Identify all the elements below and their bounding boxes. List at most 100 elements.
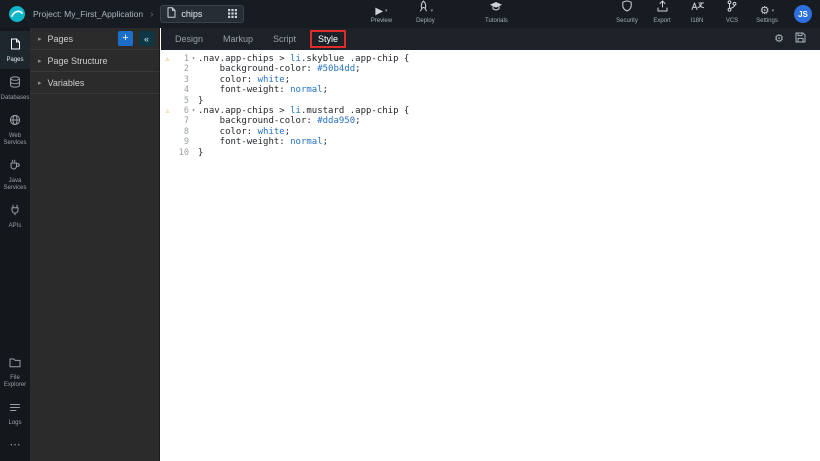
rail-item-logs[interactable]: Logs — [0, 394, 30, 432]
caret-down-icon[interactable]: ▾ — [385, 8, 388, 14]
editor-settings-gear-icon[interactable]: ⚙ — [774, 33, 784, 45]
current-page-name: chips — [181, 9, 223, 19]
collapse-panel-button[interactable]: « — [139, 31, 154, 46]
code-text[interactable]: } — [198, 96, 203, 106]
style-code-editor[interactable]: ⚠1▾.nav.app-chips > li.skyblue .app-chip… — [161, 50, 820, 461]
panel-section-label: Page Structure — [48, 56, 108, 66]
line-number[interactable]: 2 — [174, 64, 189, 74]
fold-icon[interactable]: ▾ — [189, 54, 198, 64]
line-number[interactable]: 9 — [174, 137, 189, 147]
topbar-right-actions: Security Export I18N VCS ⚙▾ Settings JS — [613, 4, 812, 24]
editor-line[interactable]: 2 background-color: #50b4dd; — [161, 64, 820, 74]
line-number[interactable]: 4 — [174, 85, 189, 95]
rail-item-web-services[interactable]: Web Services — [0, 107, 30, 152]
section-caret-icon[interactable]: ▸ — [38, 35, 42, 43]
section-caret-icon[interactable]: ▸ — [38, 57, 42, 65]
save-icon[interactable] — [795, 30, 806, 48]
line-number[interactable]: 8 — [174, 127, 189, 137]
rail-item-java-services[interactable]: Java Services — [0, 152, 30, 197]
code-text[interactable]: } — [198, 148, 203, 158]
security-label: Security — [616, 18, 638, 24]
tab-style[interactable]: Style — [310, 30, 346, 48]
tab-markup[interactable]: Markup — [213, 28, 263, 50]
caret-down-icon[interactable]: ▾ — [772, 8, 775, 14]
graduation-cap-icon — [489, 0, 503, 17]
tutorials-label: Tutorials — [485, 18, 508, 24]
page-file-icon — [167, 5, 176, 23]
editor-line[interactable]: 7 background-color: #dda950; — [161, 116, 820, 126]
chevron-right-icon: › — [150, 9, 153, 20]
project-label: Project: My_First_Application — [33, 9, 143, 19]
code-text[interactable]: .nav.app-chips > li.skyblue .app-chip { — [198, 54, 409, 64]
panel-section-label: Variables — [48, 78, 85, 88]
line-number[interactable]: 1 — [174, 54, 189, 64]
topbar-center-actions: ▶▾ Preview ▾ Deploy — [367, 4, 439, 24]
translate-icon — [691, 0, 704, 17]
editor-line[interactable]: 10} — [161, 148, 820, 158]
panel-section-pages[interactable]: ▸ Pages + « — [30, 28, 159, 50]
editor-line[interactable]: ⚠6▾.nav.app-chips > li.mustard .app-chip… — [161, 106, 820, 116]
panel-section-variables[interactable]: ▸ Variables — [30, 72, 159, 94]
export-button[interactable]: Export — [648, 4, 676, 24]
more-options-icon[interactable]: ⋯ — [0, 432, 30, 461]
rail-item-databases[interactable]: Databases — [0, 69, 30, 107]
deploy-button[interactable]: ▾ Deploy — [411, 4, 439, 24]
editor-line[interactable]: 4 font-weight: normal; — [161, 85, 820, 95]
app-logo-icon[interactable] — [8, 5, 26, 23]
deploy-label: Deploy — [416, 18, 435, 24]
editor-line[interactable]: 8 color: white; — [161, 127, 820, 137]
play-icon: ▶ — [375, 6, 383, 17]
editor-line[interactable]: 9 font-weight: normal; — [161, 137, 820, 147]
rail-item-pages[interactable]: Pages — [0, 31, 30, 69]
page-grid-icon[interactable] — [228, 5, 237, 23]
editor-line[interactable]: 3 color: white; — [161, 75, 820, 85]
line-number[interactable]: 10 — [174, 148, 189, 158]
security-button[interactable]: Security — [613, 4, 641, 24]
line-number[interactable]: 3 — [174, 75, 189, 85]
editor-lines: ⚠1▾.nav.app-chips > li.skyblue .app-chip… — [161, 54, 820, 158]
code-text[interactable]: color: white; — [198, 75, 290, 85]
folder-icon — [9, 355, 21, 373]
settings-button[interactable]: ⚙▾ Settings — [753, 4, 781, 24]
editor-line[interactable]: 5} — [161, 96, 820, 106]
caret-down-icon[interactable]: ▾ — [431, 8, 434, 14]
plug-icon — [9, 203, 21, 221]
code-text[interactable]: background-color: #50b4dd; — [198, 64, 361, 74]
code-text[interactable]: background-color: #dda950; — [198, 116, 361, 126]
warning-icon: ⚠ — [161, 54, 174, 64]
code-text[interactable]: color: white; — [198, 127, 290, 137]
line-number[interactable]: 6 — [174, 106, 189, 116]
rail-spacer — [0, 235, 30, 349]
rail-item-label: Java Services — [0, 178, 30, 192]
code-text[interactable]: .nav.app-chips > li.mustard .app-chip { — [198, 106, 409, 116]
i18n-button[interactable]: I18N — [683, 4, 711, 24]
user-avatar[interactable]: JS — [794, 5, 812, 23]
line-number[interactable]: 5 — [174, 96, 189, 106]
add-page-button[interactable]: + — [118, 31, 133, 46]
export-label: Export — [653, 18, 670, 24]
rail-item-label: File Explorer — [0, 375, 30, 389]
section-caret-icon[interactable]: ▸ — [38, 79, 42, 87]
vcs-label: VCS — [726, 18, 738, 24]
line-number[interactable]: 7 — [174, 116, 189, 126]
preview-button[interactable]: ▶▾ Preview — [367, 4, 395, 24]
coffee-cup-icon — [9, 158, 21, 176]
preview-label: Preview — [371, 18, 392, 24]
fold-icon[interactable]: ▾ — [189, 106, 198, 116]
rocket-icon — [418, 0, 429, 17]
app-window: Project: My_First_Application › chips ▶▾… — [0, 0, 820, 461]
tutorials-button[interactable]: Tutorials — [482, 4, 510, 24]
rail-item-apis[interactable]: APIs — [0, 197, 30, 235]
shield-icon — [622, 0, 632, 17]
tab-script[interactable]: Script — [263, 28, 306, 50]
code-text[interactable]: font-weight: normal; — [198, 137, 328, 147]
tab-design[interactable]: Design — [165, 28, 213, 50]
editor-line[interactable]: ⚠1▾.nav.app-chips > li.skyblue .app-chip… — [161, 54, 820, 64]
vcs-button[interactable]: VCS — [718, 4, 746, 24]
page-selector[interactable]: chips — [160, 5, 244, 23]
rail-item-file-explorer[interactable]: File Explorer — [0, 349, 30, 394]
code-text[interactable]: font-weight: normal; — [198, 85, 328, 95]
warning-icon: ⚠ — [161, 106, 174, 116]
settings-label: Settings — [756, 18, 778, 24]
panel-section-page-structure[interactable]: ▸ Page Structure — [30, 50, 159, 72]
